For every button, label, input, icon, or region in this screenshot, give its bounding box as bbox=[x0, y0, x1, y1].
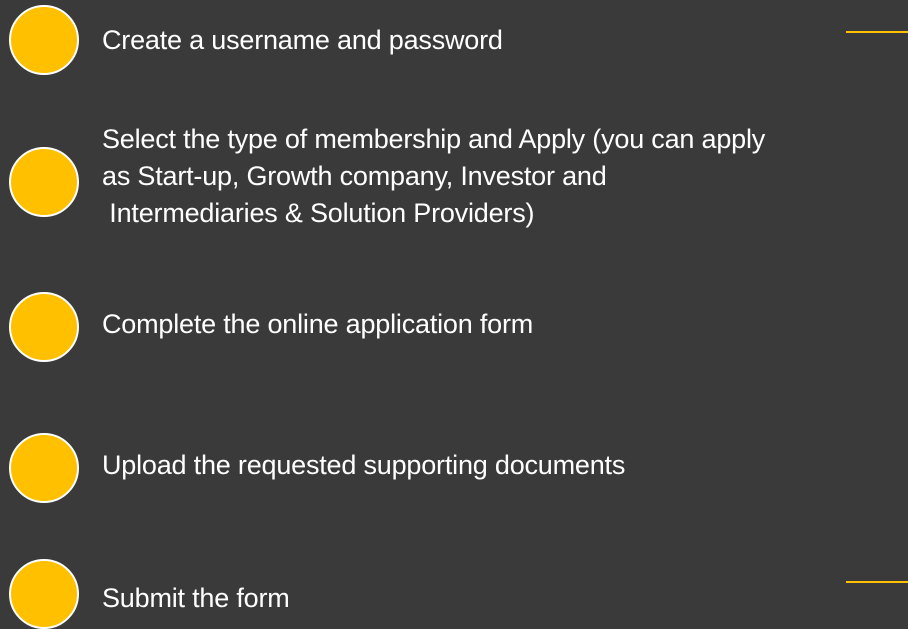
step-bullet-icon bbox=[9, 147, 79, 217]
step-text-line: Create a username and password bbox=[102, 25, 503, 55]
step-bullet-icon bbox=[9, 433, 79, 503]
slide: Create a username and password Select th… bbox=[0, 0, 908, 629]
step-text-line: Upload the requested supporting document… bbox=[102, 450, 626, 480]
step-text: Submit the form bbox=[102, 580, 902, 617]
step-text: Complete the online application form bbox=[102, 306, 902, 343]
step-text-line: as Start-up, Growth company, Investor an… bbox=[102, 161, 607, 191]
step-text-line: Intermediaries & Solution Providers) bbox=[102, 198, 535, 228]
step-bullet-icon bbox=[9, 559, 79, 629]
step-text: Select the type of membership and Apply … bbox=[102, 121, 902, 232]
step-bullet-icon bbox=[9, 292, 79, 362]
step-text-line: Select the type of membership and Apply … bbox=[102, 124, 766, 154]
step-text-line: Complete the online application form bbox=[102, 309, 534, 339]
step-text: Create a username and password bbox=[102, 22, 902, 59]
step-bullet-icon bbox=[9, 5, 79, 75]
step-text: Upload the requested supporting document… bbox=[102, 447, 902, 484]
step-text-line: Submit the form bbox=[102, 583, 290, 613]
